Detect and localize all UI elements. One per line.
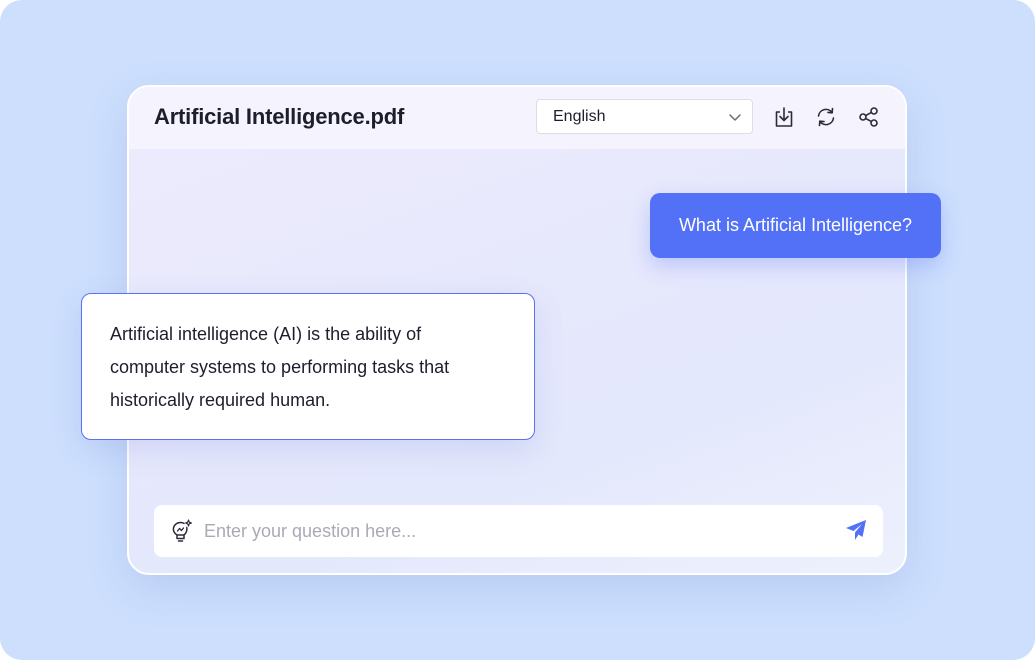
app-background: Artificial Intelligence.pdf English Ente…: [0, 0, 1035, 660]
download-button[interactable]: [771, 104, 797, 130]
ai-response-bubble: Artificial intelligence (AI) is the abil…: [81, 293, 535, 440]
ai-response-text: Artificial intelligence (AI) is the abil…: [110, 324, 450, 410]
user-message-bubble: What is Artificial Intelligence?: [650, 193, 941, 258]
chat-header: Artificial Intelligence.pdf English: [129, 87, 905, 149]
chevron-down-icon: [729, 114, 741, 121]
language-select[interactable]: English: [536, 99, 753, 134]
document-title: Artificial Intelligence.pdf: [154, 104, 405, 129]
refresh-button[interactable]: [813, 104, 839, 130]
lightbulb-icon[interactable]: [169, 518, 193, 544]
share-button[interactable]: [856, 104, 882, 130]
question-input-bar: [154, 505, 883, 557]
language-select-value: English: [553, 108, 606, 125]
download-icon: [775, 107, 793, 127]
send-icon[interactable]: [844, 518, 868, 542]
question-input[interactable]: [204, 515, 824, 547]
refresh-icon: [817, 107, 835, 127]
share-icon: [859, 107, 878, 127]
